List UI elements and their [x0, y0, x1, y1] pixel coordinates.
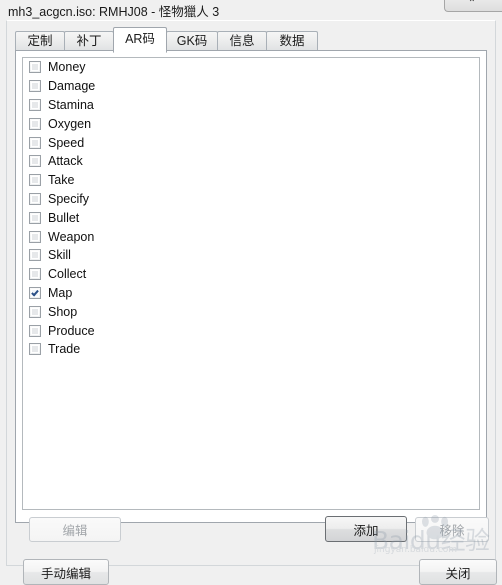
tab-info[interactable]: 信息: [217, 31, 267, 51]
checkbox-collect-icon[interactable]: [29, 268, 41, 281]
remove-button-label: 移除: [439, 524, 465, 538]
list-item[interactable]: Speed: [23, 133, 479, 152]
client-area: 定制 补丁 AR码 GK码 信息 数据 Money Damage Stamina Oxygen S…: [6, 20, 497, 585]
manual-edit-button-label: 手动编辑: [40, 566, 91, 581]
list-item-label: Specify: [48, 191, 89, 206]
list-item-label: Bullet: [48, 210, 80, 225]
list-item[interactable]: Oxygen: [23, 114, 479, 133]
checkbox-skill-icon[interactable]: [29, 249, 41, 262]
manual-edit-button[interactable]: 手动编辑: [23, 559, 109, 585]
tab-patch-label: 补丁: [76, 34, 102, 48]
tab-custom[interactable]: 定制: [15, 31, 65, 51]
list-item[interactable]: Take: [23, 171, 479, 190]
checkbox-money-icon[interactable]: [29, 61, 41, 74]
remove-button[interactable]: 移除: [415, 517, 489, 542]
add-button[interactable]: 添加: [325, 516, 407, 542]
tab-gk-code[interactable]: GK码: [166, 31, 218, 51]
restore-icon[interactable]: ⌃: [465, 0, 479, 9]
add-button-label: 添加: [353, 523, 379, 538]
list-item-label: Money: [48, 60, 86, 75]
list-item-label: Speed: [48, 135, 85, 150]
list-item-label: Oxygen: [48, 116, 92, 131]
checkbox-oxygen-icon[interactable]: [29, 117, 41, 130]
tab-custom-label: 定制: [27, 34, 53, 48]
list-item-label: Collect: [48, 267, 87, 282]
list-item-label: Stamina: [48, 97, 94, 112]
edit-button-label: 编辑: [62, 524, 88, 538]
tab-panel-ar-code: Money Damage Stamina Oxygen Speed Attack Take S…: [15, 50, 487, 523]
checkbox-shop-icon[interactable]: [29, 305, 41, 318]
title-bar[interactable]: mh3_acgcn.iso: RMHJ08 - 怪物獵人 3 ⌃: [0, 0, 502, 20]
list-item[interactable]: Money: [23, 58, 479, 77]
close-button[interactable]: 关闭: [419, 559, 497, 585]
checkbox-attack-icon[interactable]: [29, 155, 41, 168]
checkbox-speed-icon[interactable]: [29, 136, 41, 149]
window-title: mh3_acgcn.iso: RMHJ08 - 怪物獵人 3: [8, 5, 220, 19]
list-item[interactable]: Weapon: [23, 227, 479, 246]
app-window: mh3_acgcn.iso: RMHJ08 - 怪物獵人 3 ⌃ 定制 补丁 AR码…: [0, 0, 502, 585]
list-item[interactable]: Skill: [23, 246, 479, 265]
checkbox-map-checked-icon[interactable]: [29, 286, 41, 299]
tab-strip: 定制 补丁 AR码 GK码 信息 数据: [15, 27, 487, 53]
tab-ar-code-label: AR码: [125, 32, 155, 46]
tab-data-label: 数据: [279, 34, 305, 48]
tab-ar-code[interactable]: AR码: [113, 27, 167, 53]
list-item-label: Skill: [48, 248, 71, 263]
edit-button[interactable]: 编辑: [29, 517, 121, 542]
list-item[interactable]: Stamina: [23, 96, 479, 115]
checkbox-bullet-icon[interactable]: [29, 211, 41, 224]
tab-data[interactable]: 数据: [266, 31, 318, 51]
list-item[interactable]: Produce: [23, 321, 479, 340]
checkbox-trade-icon[interactable]: [29, 343, 41, 356]
list-item[interactable]: Specify: [23, 190, 479, 209]
list-item[interactable]: Bullet: [23, 208, 479, 227]
list-item-label: Shop: [48, 304, 78, 319]
tab-gk-code-label: GK码: [176, 34, 208, 48]
list-item[interactable]: Trade: [23, 340, 479, 359]
tab-patch[interactable]: 补丁: [64, 31, 114, 51]
list-item-label: Produce: [48, 323, 95, 338]
list-item-label: Damage: [48, 79, 96, 94]
checkbox-produce-icon[interactable]: [29, 324, 41, 337]
checkbox-take-icon[interactable]: [29, 174, 41, 187]
list-item[interactable]: Map: [23, 284, 479, 303]
checkbox-specify-icon[interactable]: [29, 192, 41, 205]
list-item[interactable]: Damage: [23, 77, 479, 96]
list-item-label: Take: [48, 173, 75, 188]
list-item[interactable]: Collect: [23, 265, 479, 284]
list-item[interactable]: Shop: [23, 302, 479, 321]
checkbox-stamina-icon[interactable]: [29, 98, 41, 111]
list-item-label: Map: [48, 285, 73, 300]
checkbox-weapon-icon[interactable]: [29, 230, 41, 243]
close-button-label: 关闭: [445, 566, 471, 581]
list-item[interactable]: Attack: [23, 152, 479, 171]
list-item-label: Trade: [48, 342, 81, 357]
cheat-code-list[interactable]: Money Damage Stamina Oxygen Speed Attack Take S…: [22, 57, 480, 510]
checkbox-damage-icon[interactable]: [29, 80, 41, 93]
tab-info-label: 信息: [229, 34, 255, 48]
list-item-label: Attack: [48, 154, 83, 169]
list-item-label: Weapon: [48, 229, 95, 244]
window-controls[interactable]: ⌃: [444, 0, 502, 12]
